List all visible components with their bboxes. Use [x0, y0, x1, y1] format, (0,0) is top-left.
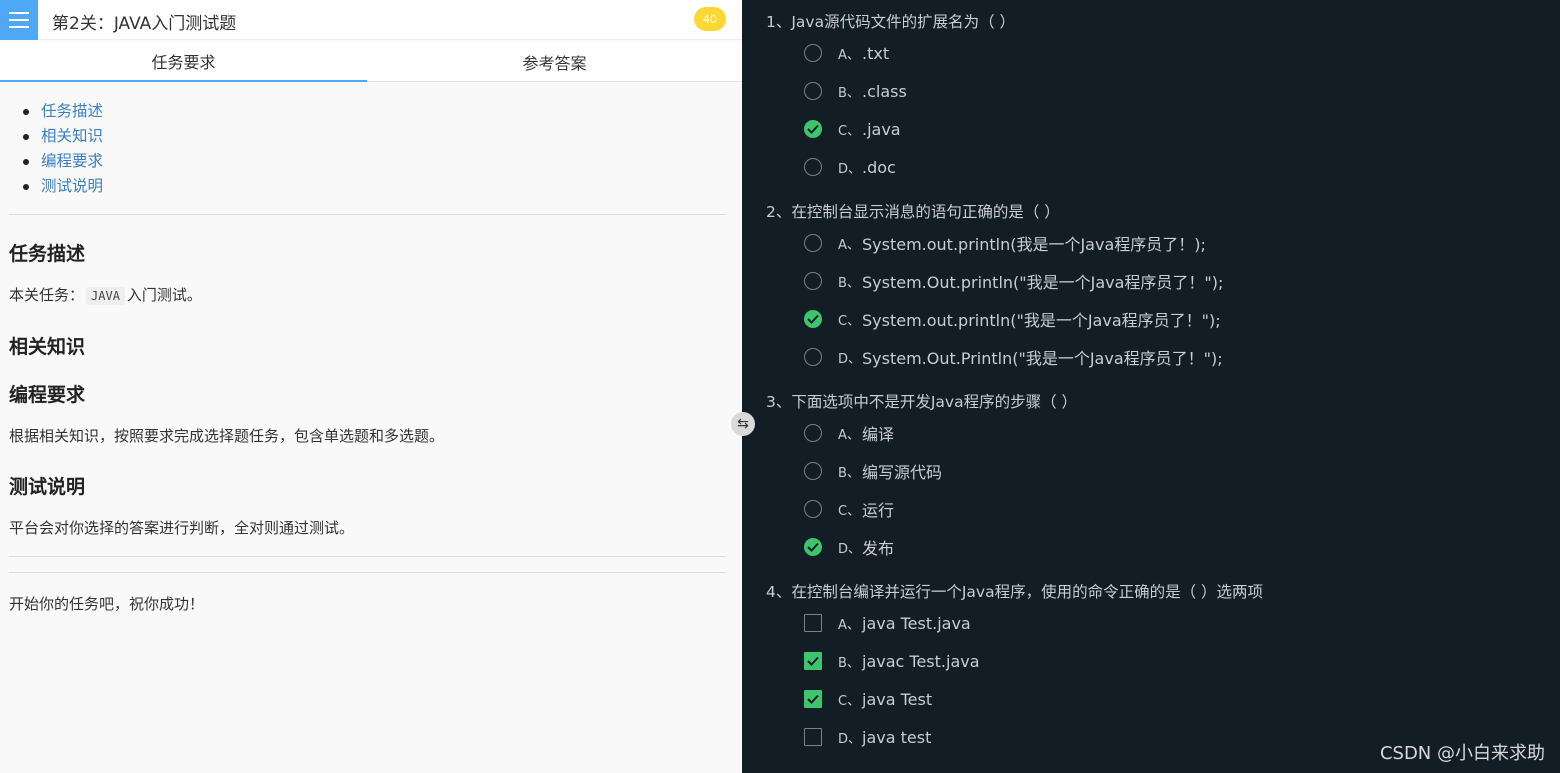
- option-letter: A、: [838, 617, 860, 633]
- radio-button[interactable]: [804, 272, 822, 290]
- option-text: System.Out.println("我是一个Java程序员了！");: [862, 273, 1224, 292]
- quiz-panel: 1、Java源代码文件的扩展名为（ ） A、 .txt B、 .class C、…: [742, 0, 1560, 773]
- heading-test-instructions: 测试说明: [9, 476, 86, 498]
- option-text: 编译: [862, 425, 895, 444]
- option-letter: C、: [838, 693, 861, 709]
- watermark: CSDN @小白来求助: [1379, 743, 1545, 764]
- option-2c[interactable]: C、 System.out.println("我是一个Java程序员了！");: [804, 307, 1221, 331]
- option-2d[interactable]: D、 System.Out.Println("我是一个Java程序员了！");: [804, 345, 1223, 369]
- option-letter: A、: [838, 427, 860, 443]
- question-2: 2、在控制台显示消息的语句正确的是（ ）: [766, 203, 1060, 221]
- option-text: System.out.println(我是一个Java程序员了！);: [862, 235, 1206, 254]
- option-text: System.Out.Println("我是一个Java程序员了！");: [862, 349, 1223, 368]
- option-letter: C、: [838, 313, 861, 329]
- task-suffix: 入门测试。: [126, 286, 202, 304]
- option-letter: A、: [838, 47, 860, 63]
- radio-button[interactable]: [804, 462, 822, 480]
- test-text: 平台会对你选择的答案进行判断，全对则通过测试。: [9, 519, 355, 537]
- option-text: .class: [862, 81, 907, 101]
- option-text: .doc: [862, 157, 896, 177]
- checkbox[interactable]: [804, 614, 822, 632]
- option-letter: B、: [838, 275, 860, 291]
- option-letter: D、: [838, 731, 862, 747]
- option-3c[interactable]: C、 运行: [804, 497, 894, 521]
- option-2a[interactable]: A、 System.out.println(我是一个Java程序员了！);: [804, 231, 1206, 255]
- top-bar: 第2关：JAVA入门测试题 40: [0, 0, 742, 40]
- option-text: 运行: [862, 501, 895, 520]
- radio-button[interactable]: [804, 158, 822, 176]
- option-letter: D、: [838, 541, 862, 557]
- radio-button[interactable]: [804, 348, 822, 366]
- checked-checkbox-icon[interactable]: [804, 652, 822, 670]
- radio-button[interactable]: [804, 44, 822, 62]
- option-text: .txt: [862, 43, 890, 63]
- heading-programming-requirements: 编程要求: [9, 384, 86, 406]
- option-4b[interactable]: B、 javac Test.java: [804, 649, 980, 673]
- divider: [9, 556, 726, 557]
- option-text: java Test.java: [862, 613, 971, 633]
- radio-button[interactable]: [804, 424, 822, 442]
- radio-button[interactable]: [804, 234, 822, 252]
- option-1b[interactable]: B、 .class: [804, 79, 907, 103]
- question-4: 4、在控制台编译并运行一个Java程序，使用的命令正确的是（ ）选两项: [766, 583, 1264, 601]
- inline-code: JAVA: [86, 287, 125, 305]
- option-text: javac Test.java: [862, 651, 980, 671]
- option-letter: B、: [838, 85, 860, 101]
- table-of-contents: 任务描述 相关知识 编程要求 测试说明: [9, 100, 103, 200]
- toc-link-programming-requirements[interactable]: 编程要求: [9, 150, 103, 175]
- requirements-text: 根据相关知识，按照要求完成选择题任务，包含单选题和多选题。: [9, 427, 445, 445]
- toc-link-related-knowledge[interactable]: 相关知识: [9, 125, 103, 150]
- option-4a[interactable]: A、 java Test.java: [804, 611, 971, 635]
- option-2b[interactable]: B、 System.Out.println("我是一个Java程序员了！");: [804, 269, 1223, 293]
- radio-button[interactable]: [804, 82, 822, 100]
- option-letter: C、: [838, 503, 861, 519]
- task-text: 本关任务： JAVA 入门测试。: [9, 284, 202, 305]
- option-3a[interactable]: A、 编译: [804, 421, 894, 445]
- tab-bar: 任务要求 参考答案: [0, 41, 742, 82]
- divider: [9, 572, 726, 573]
- task-panel: 第2关：JAVA入门测试题 40 任务要求 参考答案 任务描述 相关知识 编程要…: [0, 0, 742, 773]
- option-letter: A、: [838, 237, 860, 253]
- toc-link-task-description[interactable]: 任务描述: [9, 100, 103, 125]
- option-4d[interactable]: D、 java test: [804, 725, 931, 749]
- divider: [9, 214, 726, 215]
- tab-reference-answer[interactable]: 参考答案: [371, 41, 738, 82]
- option-4c[interactable]: C、 java Test: [804, 687, 932, 711]
- level-title: 第2关：JAVA入门测试题: [52, 14, 237, 34]
- question-3: 3、下面选项中不是开发Java程序的步骤（ ）: [766, 393, 1078, 411]
- checked-radio-icon[interactable]: [804, 120, 822, 138]
- option-letter: D、: [838, 161, 862, 177]
- option-letter: B、: [838, 655, 860, 671]
- swap-icon[interactable]: ⇆: [731, 412, 755, 436]
- checked-radio-icon[interactable]: [804, 538, 822, 556]
- radio-button[interactable]: [804, 500, 822, 518]
- score-badge: 40: [694, 7, 726, 31]
- heading-task-description: 任务描述: [9, 243, 86, 265]
- tab-task-requirements[interactable]: 任务要求: [0, 41, 367, 82]
- heading-related-knowledge: 相关知识: [9, 336, 86, 358]
- question-1: 1、Java源代码文件的扩展名为（ ）: [766, 13, 1016, 31]
- option-text: System.out.println("我是一个Java程序员了！");: [862, 311, 1221, 330]
- option-text: java Test: [862, 689, 933, 709]
- option-text: 编写源代码: [862, 463, 943, 482]
- menu-icon[interactable]: [0, 0, 38, 40]
- option-3b[interactable]: B、 编写源代码: [804, 459, 942, 483]
- option-text: java test: [862, 727, 932, 747]
- option-3d[interactable]: D、 发布: [804, 535, 894, 559]
- option-letter: D、: [838, 351, 862, 367]
- toc-link-test-instructions[interactable]: 测试说明: [9, 175, 103, 200]
- option-letter: B、: [838, 465, 860, 481]
- option-text: 发布: [862, 539, 895, 558]
- option-1c[interactable]: C、 .java: [804, 117, 901, 141]
- option-text: .java: [862, 119, 901, 139]
- checked-checkbox-icon[interactable]: [804, 690, 822, 708]
- option-letter: C、: [838, 123, 861, 139]
- closing-text: 开始你的任务吧，祝你成功！: [9, 595, 205, 613]
- option-1d[interactable]: D、 .doc: [804, 155, 896, 179]
- checked-radio-icon[interactable]: [804, 310, 822, 328]
- checkbox[interactable]: [804, 728, 822, 746]
- task-prefix: 本关任务：: [9, 286, 85, 304]
- option-1a[interactable]: A、 .txt: [804, 41, 889, 65]
